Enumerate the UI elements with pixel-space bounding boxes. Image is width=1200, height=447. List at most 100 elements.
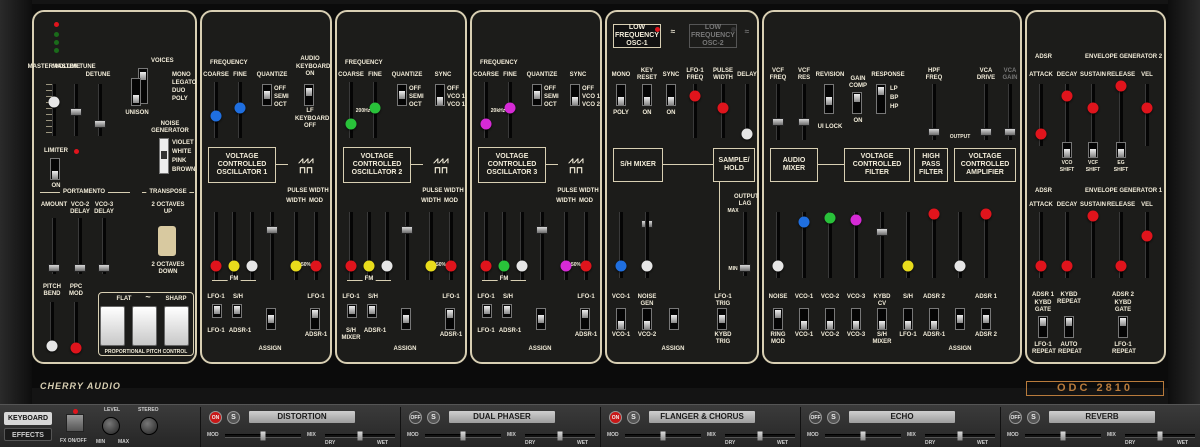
gain-comp-switch[interactable] — [852, 92, 862, 114]
response-switch[interactable] — [876, 84, 886, 114]
sh-mix-1-cap[interactable] — [615, 260, 627, 272]
vco1-pwmod-switch[interactable] — [310, 308, 320, 330]
fx-name-label[interactable]: ECHO — [849, 411, 955, 423]
lfo-delay-cap[interactable] — [741, 128, 753, 140]
vco1-pw-mod-cap[interactable] — [310, 260, 322, 272]
vco2-fine-cap[interactable] — [369, 102, 381, 114]
vco1-fm-3-cap[interactable] — [246, 260, 258, 272]
vco3-coarse-cap[interactable] — [480, 118, 492, 130]
vco2-mod-switch-2[interactable] — [367, 304, 377, 318]
vco3-mod-switch-2[interactable] — [502, 304, 512, 318]
pitch-bend-cap[interactable] — [46, 340, 58, 352]
vco2-coarse-slider[interactable] — [349, 82, 353, 138]
master-tune-cap[interactable] — [70, 108, 82, 116]
portamento-amount-cap[interactable] — [48, 264, 60, 272]
vco1-fine-cap[interactable] — [234, 102, 246, 114]
vco2-coarse-cap[interactable] — [345, 118, 357, 130]
fx-power-button[interactable]: ON — [209, 411, 222, 424]
sh-src-2-switch[interactable] — [642, 308, 652, 330]
vco2-quantize-switch[interactable] — [397, 84, 407, 106]
fx-power-button[interactable]: OFF — [409, 411, 422, 424]
sh-assign-switch[interactable] — [669, 308, 679, 330]
ppc-sharp-button[interactable] — [164, 306, 189, 346]
fx-mod-handle[interactable] — [860, 431, 866, 441]
vco3-fm-1-cap[interactable] — [480, 260, 492, 272]
mix-vco3-cap[interactable] — [850, 214, 862, 226]
fx-settings-button[interactable]: S — [827, 411, 840, 424]
mix-switch-1[interactable] — [773, 308, 783, 330]
fx-mod-handle[interactable] — [460, 431, 466, 441]
fx-mix-handle[interactable] — [1157, 431, 1163, 441]
vco3-fm-4-slider[interactable] — [540, 212, 544, 280]
transpose-lever[interactable] — [158, 226, 176, 256]
mix-kybd-cap[interactable] — [876, 228, 888, 236]
eg2-sustain-slider[interactable] — [1091, 84, 1095, 146]
fx-name-label[interactable]: FLANGER & CHORUS — [649, 411, 755, 423]
vca-gain-cap[interactable] — [1004, 128, 1016, 136]
lfo2-select-button[interactable]: LOW FREQUENCY OSC-2 — [689, 24, 737, 48]
fx-power-button[interactable]: ON — [609, 411, 622, 424]
vco3-fm-4-cap[interactable] — [536, 226, 548, 234]
fx-mix-handle[interactable] — [757, 431, 763, 441]
vco3-sync-switch[interactable] — [570, 84, 580, 106]
ppc-flat-button[interactable] — [100, 306, 125, 346]
mix-adsr2-cap[interactable] — [928, 208, 940, 220]
noise-switch[interactable] — [159, 138, 169, 174]
mix-assign-cap[interactable] — [954, 260, 966, 272]
eg1-vel-cap[interactable] — [1141, 230, 1153, 242]
vca-drive-cap[interactable] — [980, 128, 992, 136]
vco2-fm-2-cap[interactable] — [363, 260, 375, 272]
eg1-attack-cap[interactable] — [1035, 260, 1047, 272]
mix-noise-cap[interactable] — [772, 260, 784, 272]
fx-mix-handle[interactable] — [957, 431, 963, 441]
lfo-sync-switch[interactable] — [666, 84, 676, 106]
mix-adsr1-cap[interactable] — [980, 208, 992, 220]
fx-settings-button[interactable]: S — [427, 411, 440, 424]
detune-slider[interactable] — [98, 84, 102, 136]
master-volume-slider[interactable] — [52, 84, 56, 136]
eg1-trigger-switch[interactable] — [1038, 316, 1048, 338]
limiter-switch[interactable] — [50, 158, 60, 180]
effects-tab[interactable]: EFFECTS — [4, 428, 52, 441]
eg1-sustain-slider[interactable] — [1091, 212, 1095, 278]
eg2-trigger-switch[interactable] — [1118, 316, 1128, 338]
fx-settings-button[interactable]: S — [227, 411, 240, 424]
detune-cap[interactable] — [94, 120, 106, 128]
eg2-decay-cap[interactable] — [1061, 90, 1073, 102]
mix-switch-9[interactable] — [981, 308, 991, 330]
stereo-knob[interactable] — [140, 417, 158, 435]
fx-power-button[interactable]: OFF — [809, 411, 822, 424]
vco2-delay-cap[interactable] — [74, 264, 86, 272]
vco1-quantize-switch[interactable] — [262, 84, 272, 106]
vco1-coarse-cap[interactable] — [210, 110, 222, 122]
vco2-pw-mod-cap[interactable] — [445, 260, 457, 272]
hpf-freq-cap[interactable] — [928, 128, 940, 136]
fx-mod-handle[interactable] — [1060, 431, 1066, 441]
eg2-attack-cap[interactable] — [1035, 128, 1047, 140]
vco3-pwmod-switch[interactable] — [580, 308, 590, 330]
vco3-pw-cap[interactable] — [560, 260, 572, 272]
mix-adsr1-slider[interactable] — [984, 212, 988, 278]
vcf-shift-switch[interactable] — [1088, 142, 1098, 158]
eg-shift-switch[interactable] — [1116, 142, 1126, 158]
mix-adsr2-slider[interactable] — [932, 212, 936, 278]
vco3-fm-3-cap[interactable] — [516, 260, 528, 272]
vco3-coarse-slider[interactable] — [484, 82, 488, 138]
level-knob[interactable] — [102, 417, 120, 435]
vco1-fm-1-cap[interactable] — [210, 260, 222, 272]
fx-mod-handle[interactable] — [660, 431, 666, 441]
keyboard-tab[interactable]: KEYBOARD — [4, 412, 52, 425]
mix-vco1-cap[interactable] — [798, 216, 810, 228]
lfo-key-reset-switch[interactable] — [642, 84, 652, 106]
lfo-mono-poly-switch[interactable] — [616, 84, 626, 106]
vco2-fm-1-cap[interactable] — [345, 260, 357, 272]
eg1-sustain-cap[interactable] — [1087, 210, 1099, 222]
lfo1-select-button[interactable]: LOW FREQUENCY OSC-1 — [613, 24, 661, 48]
output-lag-cap[interactable] — [739, 264, 751, 272]
ppc-center-button[interactable] — [132, 306, 157, 346]
sh-src-1-switch[interactable] — [616, 308, 626, 330]
fx-settings-button[interactable]: S — [1027, 411, 1040, 424]
vco3-mod-switch-1[interactable] — [482, 304, 492, 318]
ppc-mod-cap[interactable] — [70, 342, 82, 354]
vco3-quantize-switch[interactable] — [532, 84, 542, 106]
